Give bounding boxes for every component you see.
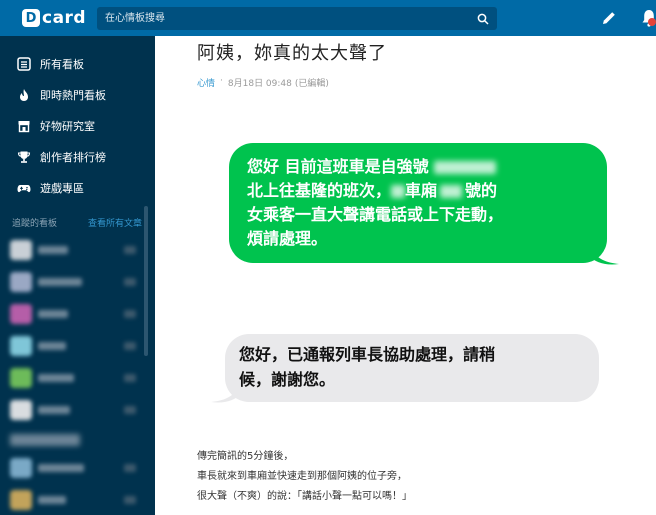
body-line: 很大聲（不爽）的說：「講話小聲一點可以嗎！」 [197, 491, 412, 502]
followed-board-item[interactable] [10, 334, 140, 358]
dcard-logo[interactable]: D card [22, 7, 86, 29]
sidebar-item-label: 創作者排行榜 [40, 151, 106, 164]
post-body: 傳完簡訊的5分鐘後， 車長就來到車廂並快速走到那個阿姨的位子旁， 很大聲（不爽）… [197, 447, 637, 507]
board-count [124, 374, 136, 382]
board-avatar [10, 272, 32, 292]
received-line: 您好，已通報列車長協助處理，請稍 [239, 345, 496, 364]
section-header-blurred [10, 434, 80, 446]
board-avatar [10, 458, 32, 478]
board-count [124, 464, 136, 472]
board-name [38, 464, 84, 472]
notification-badge [648, 18, 656, 26]
board-count [124, 246, 136, 254]
search-input[interactable] [97, 7, 469, 30]
followed-board-item[interactable] [10, 456, 140, 480]
board-name [38, 496, 66, 504]
board-count [124, 406, 136, 414]
followed-board-item[interactable] [10, 366, 140, 390]
followed-board-item[interactable] [10, 488, 140, 512]
board-avatar [10, 240, 32, 260]
received-message-text: 您好，已通報列車長協助處理，請稍 候，謝謝您。 [239, 342, 589, 392]
followed-boards-title: 追蹤的看板 [12, 218, 58, 229]
search-icon [477, 13, 489, 25]
sidebar-item-label: 好物研究室 [40, 120, 95, 133]
board-count [124, 310, 136, 318]
board-avatar [10, 336, 32, 356]
sent-line: 女乘客一直大聲講電話或上下走動， [247, 203, 597, 227]
redacted-text [391, 185, 406, 198]
logo-text: card [42, 8, 87, 28]
trophy-icon [17, 151, 31, 163]
sent-line-text: 女乘客一直大聲講電話或上下走動， [247, 205, 504, 224]
sidebar-item-label: 即時熱門看板 [40, 89, 106, 102]
top-bar: D card [0, 0, 656, 36]
gamepad-icon [17, 185, 31, 193]
sent-line: 您好 目前這班車是自強號 [247, 155, 597, 179]
search-box [97, 7, 497, 30]
body-line: 傳完簡訊的5分鐘後， [197, 451, 294, 462]
board-name [38, 310, 68, 318]
sent-line-text: 您好 目前這班車是自強號 [247, 157, 429, 176]
sidebar-item-trending[interactable]: 即時熱門看板 [0, 80, 155, 110]
sent-bubble-tail [589, 244, 619, 265]
sidebar-scrollbar[interactable] [144, 206, 148, 356]
sent-line: 北上往基隆的班次， 車廂 號的 [247, 179, 597, 203]
received-bubble-tail [211, 382, 241, 403]
received-line: 候，謝謝您。 [239, 370, 336, 389]
post-meta: 心情 · 8月18日 09:48 (已編輯) [197, 76, 329, 89]
redacted-text [434, 161, 497, 174]
board-name [38, 406, 70, 414]
board-name [38, 342, 66, 350]
view-all-posts-link[interactable]: 查看所有文章 [88, 216, 142, 229]
board-count [124, 278, 136, 286]
board-name [38, 278, 82, 286]
logo-mark-letter: D [25, 10, 37, 26]
board-count [124, 496, 136, 504]
board-avatar [10, 490, 32, 510]
sidebar-item-label: 遊戲專區 [40, 182, 84, 195]
post-title: 阿姨，妳真的太大聲了 [197, 43, 387, 64]
list-icon [17, 57, 31, 71]
sidebar-item-goods-lab[interactable]: 好物研究室 [0, 111, 155, 141]
board-name [38, 246, 68, 254]
flame-icon [20, 89, 28, 101]
board-name [38, 374, 74, 382]
sidebar-item-creator-ranking[interactable]: 創作者排行榜 [0, 142, 155, 172]
sent-line-text: 號的 [465, 181, 498, 200]
sent-line: 煩請處理。 [247, 227, 597, 251]
sent-message-text: 您好 目前這班車是自強號 北上往基隆的班次， 車廂 號的 女乘客一直大聲講電話或上下… [247, 155, 597, 251]
sidebar-item-all-boards[interactable]: 所有看板 [0, 49, 155, 79]
sidebar-item-label: 所有看板 [40, 58, 84, 71]
forum-link[interactable]: 心情 [197, 76, 215, 89]
meta-separator: · [220, 76, 223, 86]
followed-board-item[interactable] [10, 302, 140, 326]
logo-mark: D [22, 9, 40, 27]
post-content: 阿姨，妳真的太大聲了 心情 · 8月18日 09:48 (已編輯) 您好 目前這… [155, 36, 656, 515]
sidebar: 所有看板 即時熱門看板 好物研究室 創作者排行榜 遊戲專區 追蹤的看板 查看所有… [0, 36, 155, 515]
followed-boards-header: 追蹤的看板 查看所有文章 [12, 214, 142, 230]
post-edited: (已編輯) [294, 79, 329, 89]
sent-line-text: 車廂 [405, 181, 438, 200]
body-line: 車長就來到車廂並快速走到那個阿姨的位子旁， [197, 471, 407, 482]
sent-message-bubble: 您好 目前這班車是自強號 北上往基隆的班次， 車廂 號的 女乘客一直大聲講電話或上下… [229, 143, 607, 263]
sent-line-text: 煩請處理。 [247, 229, 328, 248]
redacted-text [440, 185, 463, 198]
board-count [124, 342, 136, 350]
search-button[interactable] [469, 7, 497, 30]
received-message-bubble: 您好，已通報列車長協助處理，請稍 候，謝謝您。 [225, 334, 599, 402]
post-date: 8月18日 09:48 [227, 79, 292, 89]
post-image[interactable]: 您好 目前這班車是自強號 北上往基隆的班次， 車廂 號的 女乘客一直大聲講電話或上下… [197, 112, 627, 457]
pen-icon[interactable] [600, 9, 618, 27]
sidebar-item-games[interactable]: 遊戲專區 [0, 173, 155, 203]
board-avatar [10, 400, 32, 420]
shop-icon [18, 121, 30, 133]
followed-board-item[interactable] [10, 270, 140, 294]
board-avatar [10, 368, 32, 388]
followed-board-item[interactable] [10, 238, 140, 262]
sent-line-text: 北上往基隆的班次， [247, 181, 392, 200]
followed-board-item[interactable] [10, 398, 140, 422]
board-avatar [10, 304, 32, 324]
